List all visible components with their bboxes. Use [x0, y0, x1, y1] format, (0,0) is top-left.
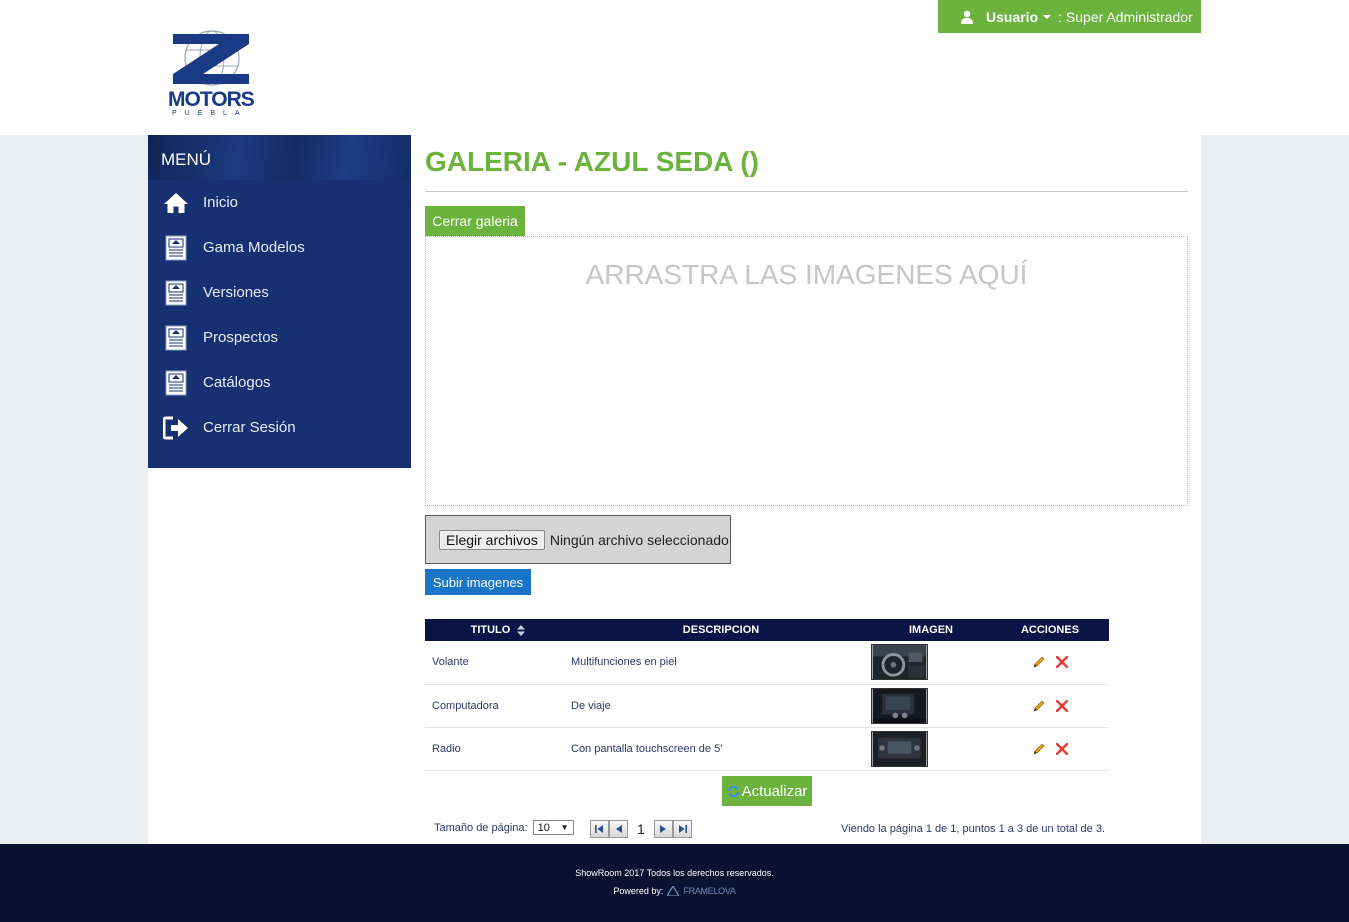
sidebar-item-versiones[interactable]: Versiones	[148, 270, 411, 315]
cell-imagen	[871, 684, 991, 728]
cell-acciones	[991, 727, 1109, 771]
cell-titulo: Computadora	[425, 684, 571, 728]
cell-acciones	[991, 641, 1109, 685]
pagination-info: Viendo la página 1 de 1, puntos 1 a 3 de…	[841, 823, 1106, 835]
logout-icon	[163, 415, 189, 441]
next-page-button[interactable]	[653, 820, 673, 838]
framelova-logo-icon	[667, 886, 680, 896]
cell-descripcion: Multifunciones en piel	[571, 641, 871, 685]
table-header-row: TITULO DESCRIPCION IMAGEN ACCIONES	[425, 619, 1109, 641]
close-gallery-button[interactable]: Cerrar galeria	[425, 206, 525, 236]
column-titulo[interactable]: TITULO	[425, 619, 571, 641]
sidebar-item-inicio[interactable]: Inicio	[148, 180, 411, 225]
sidebar-item-label: Versiones	[203, 284, 269, 301]
last-page-icon	[678, 825, 687, 833]
page-size-select[interactable]: 10 ▼	[532, 820, 574, 835]
page-size-label: Tamaño de página:	[434, 821, 528, 834]
powered-by: Powered by: FRAMELOVA	[0, 886, 1349, 896]
edit-icon[interactable]	[1032, 742, 1046, 756]
cell-acciones	[991, 684, 1109, 728]
upload-images-button[interactable]: Subir imagenes	[425, 569, 531, 595]
refresh-icon	[727, 785, 739, 797]
next-page-icon	[660, 825, 667, 833]
prev-page-icon	[615, 825, 622, 833]
brand-name[interactable]: FRAMELOVA	[683, 886, 735, 896]
cell-descripcion: De viaje	[571, 684, 871, 728]
page-size-control: Tamaño de página: 10 ▼	[434, 820, 574, 835]
file-input[interactable]: Elegir archivos Ningún archivo seleccion…	[425, 515, 731, 564]
thumbnail-image[interactable]	[871, 687, 928, 724]
delete-icon[interactable]	[1055, 656, 1068, 669]
sidebar-item-label: Gama Modelos	[203, 239, 305, 256]
sidebar-title: MENÚ	[148, 135, 411, 180]
delete-icon[interactable]	[1055, 699, 1068, 712]
gallery-table: TITULO DESCRIPCION IMAGEN ACCIONES Volan…	[425, 619, 1109, 771]
table-row: Computadora De viaje	[425, 684, 1109, 728]
sidebar-item-gama-modelos[interactable]: Gama Modelos	[148, 225, 411, 270]
home-icon	[163, 190, 189, 216]
cell-titulo: Radio	[425, 727, 571, 771]
table-row: Volante Multifunciones en piel	[425, 641, 1109, 685]
document-icon	[163, 280, 189, 306]
sidebar-item-label: Prospectos	[203, 329, 279, 346]
image-dropzone[interactable]: ARRASTRA LAS IMAGENES AQUÍ	[425, 236, 1188, 506]
user-name: : Super Administrador	[1058, 8, 1193, 25]
title-divider	[425, 191, 1188, 192]
cell-titulo: Volante	[425, 641, 571, 685]
thumbnail-image[interactable]	[871, 730, 928, 767]
refresh-label: Actualizar	[741, 782, 808, 800]
sidebar-item-cerrar-sesion[interactable]: Cerrar Sesión	[148, 405, 411, 450]
file-status: Ningún archivo seleccionado	[549, 531, 729, 548]
background-left	[0, 135, 148, 844]
thumbnail-image[interactable]	[871, 644, 928, 681]
sidebar: MENÚ Inicio Gama Modelos Versiones Prosp…	[148, 135, 411, 468]
chevron-down-icon: ▼	[560, 823, 569, 832]
pagination: 1	[590, 820, 692, 838]
sort-icon	[517, 624, 526, 636]
current-page[interactable]: 1	[637, 821, 645, 837]
sidebar-item-catalogos[interactable]: Catálogos	[148, 360, 411, 405]
document-icon	[163, 235, 189, 261]
cell-imagen	[871, 641, 991, 685]
footer: ShowRoom 2017 Todos los derechos reserva…	[0, 844, 1349, 922]
column-imagen: IMAGEN	[871, 619, 991, 641]
first-page-icon	[595, 825, 603, 833]
background-right	[1201, 135, 1349, 844]
column-label: TITULO	[470, 624, 511, 636]
user-menu[interactable]: Usuario : Super Administrador	[938, 0, 1201, 33]
document-icon	[163, 370, 189, 396]
user-icon	[961, 10, 973, 24]
copyright-text: ShowRoom 2017 Todos los derechos reserva…	[575, 868, 774, 878]
powered-by-label: Powered by:	[613, 886, 664, 896]
last-page-button[interactable]	[672, 820, 692, 838]
user-menu-label: Usuario	[986, 8, 1039, 25]
table-row: Radio Con pantalla touchscreen de 5'	[425, 727, 1109, 771]
cell-imagen	[871, 727, 991, 771]
dropzone-text: ARRASTRA LAS IMAGENES AQUÍ	[585, 259, 1028, 290]
sidebar-item-prospectos[interactable]: Prospectos	[148, 315, 411, 360]
prev-page-button[interactable]	[609, 820, 628, 838]
column-descripcion: DESCRIPCION	[571, 619, 871, 641]
sidebar-item-label: Cerrar Sesión	[203, 419, 296, 436]
logo-text: MOTORS	[168, 88, 255, 111]
sidebar-item-label: Catálogos	[203, 374, 271, 391]
document-icon	[163, 325, 189, 351]
first-page-button[interactable]	[590, 820, 609, 838]
column-acciones: ACCIONES	[991, 619, 1109, 641]
chevron-down-icon	[1043, 14, 1052, 19]
page-size-value: 10	[537, 821, 550, 834]
top-header: MOTORS PUEBLA Usuario : Super Administra…	[0, 0, 1349, 135]
delete-icon[interactable]	[1055, 742, 1068, 755]
refresh-button[interactable]: Actualizar	[722, 776, 812, 806]
edit-icon[interactable]	[1032, 655, 1046, 669]
edit-icon[interactable]	[1032, 699, 1046, 713]
logo-subtext: PUEBLA	[172, 110, 248, 117]
cell-descripcion: Con pantalla touchscreen de 5'	[571, 727, 871, 771]
choose-files-button[interactable]: Elegir archivos	[439, 529, 545, 550]
page-title: GALERIA - AZUL SEDA ()	[425, 146, 759, 177]
sidebar-item-label: Inicio	[203, 194, 239, 211]
